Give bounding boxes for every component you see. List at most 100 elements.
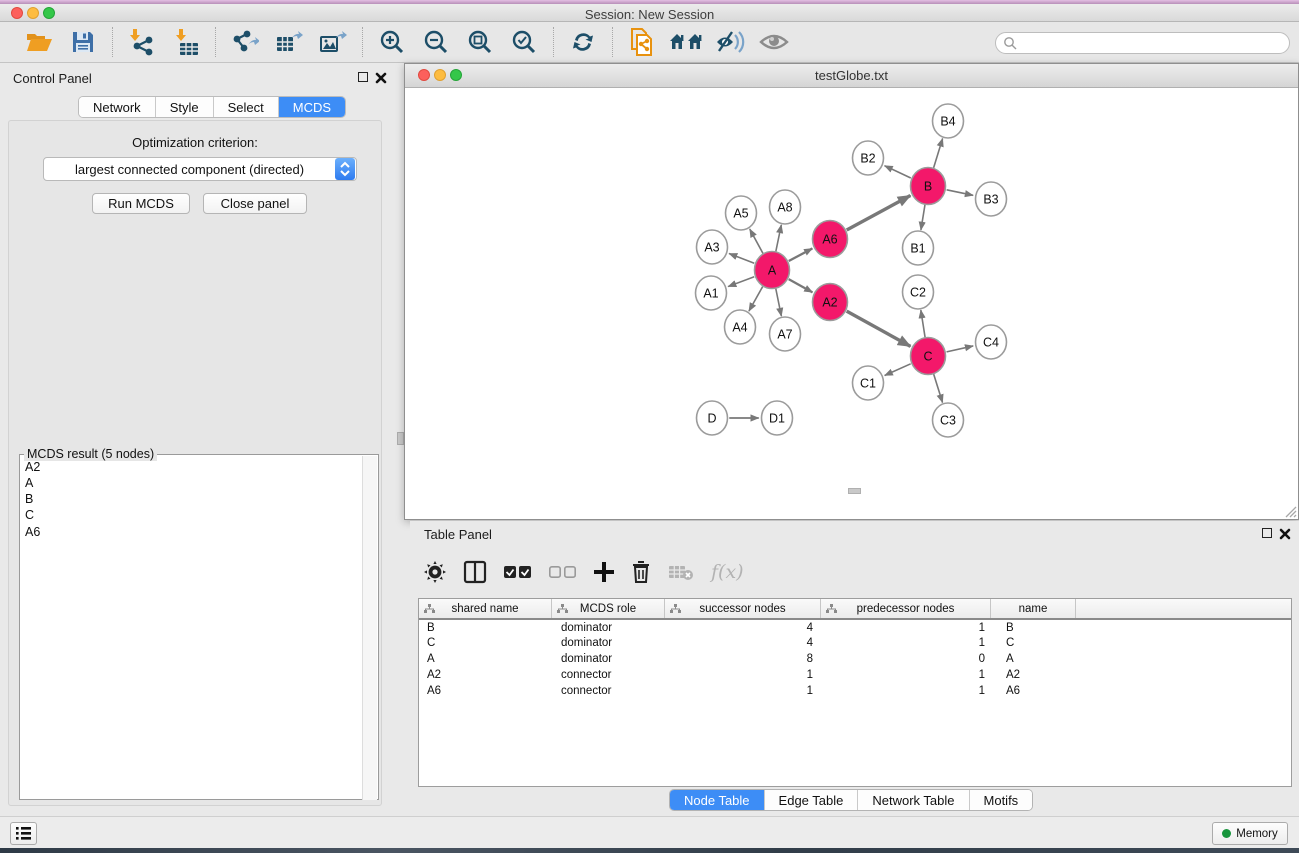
tab-edge-table[interactable]: Edge Table	[765, 790, 859, 810]
zoom-fit-button[interactable]	[463, 26, 497, 58]
open-file-button[interactable]	[22, 26, 56, 58]
float-window-icon[interactable]	[358, 72, 368, 82]
network-canvas[interactable]: AA6A2BCA1A3A4A5A7A8B1B2B3B4C1C2C3C4DD1	[405, 89, 1298, 519]
node-B3[interactable]: B3	[976, 182, 1007, 216]
edge-A-A2[interactable]	[789, 279, 813, 292]
result-item[interactable]: B	[21, 491, 363, 507]
houses-button[interactable]	[669, 26, 703, 58]
node-B[interactable]: B	[911, 168, 946, 205]
export-image-button[interactable]	[316, 26, 350, 58]
gear-icon[interactable]	[424, 561, 446, 583]
node-A8[interactable]: A8	[770, 190, 801, 224]
column-header-name[interactable]: name	[991, 599, 1076, 618]
edge-B-B3[interactable]	[947, 190, 974, 195]
result-item[interactable]: A	[21, 474, 363, 490]
tab-motifs[interactable]: Motifs	[970, 790, 1033, 810]
node-D1[interactable]: D1	[762, 401, 793, 435]
edge-A-A8[interactable]	[776, 225, 781, 252]
delete-table-icon[interactable]	[668, 563, 694, 581]
close-icon[interactable]	[1279, 528, 1291, 540]
result-item[interactable]: A2	[21, 458, 363, 474]
checked-boxes-icon[interactable]	[504, 565, 532, 579]
function-builder-icon[interactable]: f(x)	[711, 561, 744, 583]
node-A6[interactable]: A6	[813, 221, 848, 258]
edge-A-A1[interactable]	[728, 277, 754, 287]
edge-A-A7[interactable]	[776, 289, 782, 316]
close-icon[interactable]	[375, 72, 387, 84]
table-row[interactable]: Bdominator41B	[419, 620, 1291, 636]
node-A2[interactable]: A2	[813, 284, 848, 321]
edge-B-B1[interactable]	[921, 205, 925, 230]
criterion-dropdown[interactable]: largest connected component (directed)	[43, 157, 357, 181]
edge-C-C4[interactable]	[947, 346, 974, 352]
add-row-icon[interactable]	[594, 562, 614, 582]
edge-B-B2[interactable]	[885, 166, 911, 178]
result-item[interactable]: A6	[21, 523, 363, 539]
unchecked-boxes-icon[interactable]	[549, 565, 577, 579]
zoom-in-button[interactable]	[375, 26, 409, 58]
task-history-button[interactable]	[10, 822, 37, 845]
tab-network[interactable]: Network	[79, 97, 156, 117]
table-row[interactable]: Adominator80A	[419, 652, 1291, 668]
edge-A-A3[interactable]	[729, 254, 754, 264]
export-network-button[interactable]	[228, 26, 262, 58]
float-window-icon[interactable]	[1262, 528, 1272, 538]
tab-mcds[interactable]: MCDS	[279, 97, 345, 117]
tab-network-table[interactable]: Network Table	[858, 790, 969, 810]
node-A3[interactable]: A3	[697, 230, 728, 264]
network-window-titlebar[interactable]: testGlobe.txt	[405, 64, 1298, 88]
search-input[interactable]	[995, 32, 1290, 54]
window-resize-grip[interactable]	[1284, 505, 1297, 518]
edge-C-C1[interactable]	[885, 364, 911, 376]
trash-icon[interactable]	[631, 561, 651, 583]
column-header-shared-name[interactable]: shared name	[419, 599, 552, 618]
edge-B-B4[interactable]	[934, 138, 943, 167]
table-row[interactable]: A6connector11A6	[419, 683, 1291, 699]
pane-scrollbar-thumb[interactable]	[397, 432, 404, 445]
edge-A6-B[interactable]	[847, 196, 911, 230]
node-C2[interactable]: C2	[903, 275, 934, 309]
import-table-button[interactable]	[169, 26, 203, 58]
mcds-result-list[interactable]: A2ABCA6	[21, 458, 363, 798]
copy-network-button[interactable]	[625, 26, 659, 58]
node-B4[interactable]: B4	[933, 104, 964, 138]
export-table-button[interactable]	[272, 26, 306, 58]
canvas-h-scrollbar-thumb[interactable]	[848, 488, 861, 494]
result-item[interactable]: C	[21, 507, 363, 523]
edge-A-A5[interactable]	[750, 229, 763, 253]
table-row[interactable]: Cdominator41C	[419, 636, 1291, 652]
node-C[interactable]: C	[911, 338, 946, 375]
edge-C-C2[interactable]	[921, 310, 925, 337]
node-C3[interactable]: C3	[933, 403, 964, 437]
import-network-button[interactable]	[125, 26, 159, 58]
column-header-MCDS-role[interactable]: MCDS role	[552, 599, 665, 618]
table-row[interactable]: A2connector11A2	[419, 667, 1291, 683]
edge-A-A4[interactable]	[749, 287, 763, 312]
node-A1[interactable]: A1	[696, 276, 727, 310]
run-mcds-button[interactable]: Run MCDS	[92, 193, 190, 214]
columns-icon[interactable]	[463, 560, 487, 584]
tab-select[interactable]: Select	[214, 97, 279, 117]
node-D[interactable]: D	[697, 401, 728, 435]
column-header-predecessor-nodes[interactable]: predecessor nodes	[821, 599, 991, 618]
node-A4[interactable]: A4	[725, 310, 756, 344]
hide-details-button[interactable]	[713, 26, 747, 58]
memory-button[interactable]: Memory	[1212, 822, 1288, 845]
node-A5[interactable]: A5	[726, 196, 757, 230]
node-B1[interactable]: B1	[903, 231, 934, 265]
node-C4[interactable]: C4	[976, 325, 1007, 359]
eye-button[interactable]	[757, 26, 791, 58]
zoom-selected-button[interactable]	[507, 26, 541, 58]
zoom-out-button[interactable]	[419, 26, 453, 58]
tab-node-table[interactable]: Node Table	[670, 790, 765, 810]
column-header-successor-nodes[interactable]: successor nodes	[665, 599, 821, 618]
refresh-button[interactable]	[566, 26, 600, 58]
node-B2[interactable]: B2	[853, 141, 884, 175]
close-panel-button[interactable]: Close panel	[203, 193, 307, 214]
result-list-scrollbar[interactable]	[362, 456, 377, 800]
tab-style[interactable]: Style	[156, 97, 214, 117]
node-A[interactable]: A	[755, 252, 790, 289]
edge-A-A6[interactable]	[789, 248, 813, 261]
node-A7[interactable]: A7	[770, 317, 801, 351]
save-session-button[interactable]	[66, 26, 100, 58]
